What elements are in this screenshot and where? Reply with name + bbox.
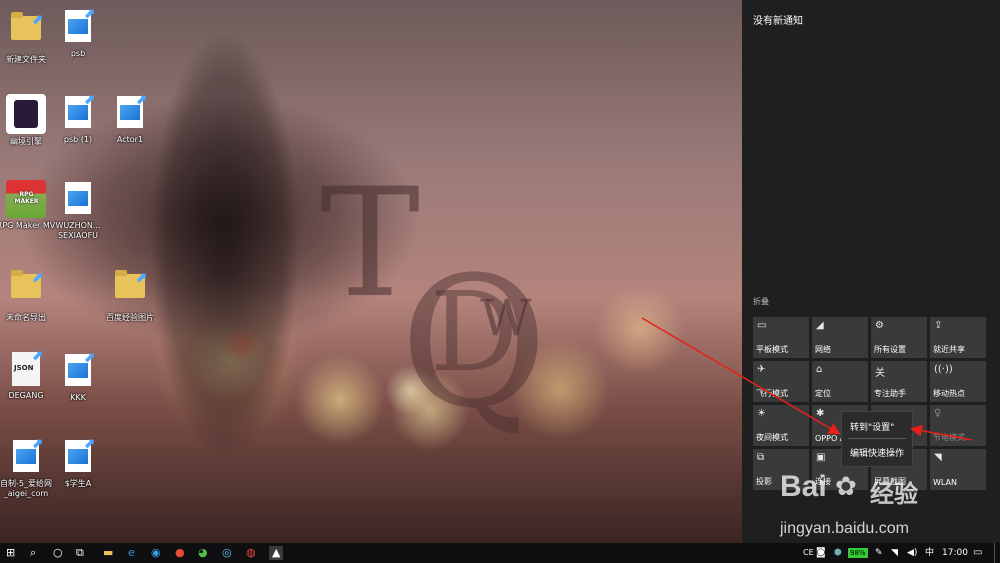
gear-icon: ⚙ [875, 320, 884, 331]
start-button[interactable]: ⊞ [6, 546, 15, 560]
desktop: T Q D W ⬈ 新建文件夹 ⬈ psb 幽境引擎 ⬈ psb (1) ⬈ A… [0, 0, 742, 543]
desktop-icon-label: KKK [70, 393, 86, 402]
shortcut-arrow-icon: ⬈ [31, 348, 43, 364]
desktop-icon-label: psb [70, 49, 86, 58]
desktop-icon-actor1[interactable]: ⬈ Actor1 [98, 92, 162, 145]
tile-tablet-mode[interactable]: ▭ 平板模式 [753, 317, 809, 358]
connect-icon: ▣ [816, 452, 826, 463]
desktop-icon-label: 百度经验图片 [106, 313, 154, 322]
shortcut-arrow-icon: ⬈ [135, 270, 147, 286]
airplane-icon: ✈ [757, 364, 766, 375]
tray-app-icon[interactable]: ◙ [816, 546, 826, 560]
battery-indicator[interactable]: 98% [848, 548, 868, 558]
rpg-maker-logo-text: RPG MAKER [14, 191, 39, 205]
tile-network[interactable]: ◢ 网络 [812, 317, 868, 358]
shortcut-arrow-icon: ⬈ [83, 92, 95, 108]
shortcut-arrow-icon: ⬈ [135, 92, 147, 108]
language-indicator[interactable]: 中 [925, 546, 934, 560]
night-light-icon: ☀ [757, 408, 766, 419]
search-icon[interactable]: ⌕ [30, 546, 36, 560]
pen-icon[interactable]: ✎ [875, 546, 883, 560]
taskbar: ⊞ ⌕ ○ ⧉ ▬ e ◉ ● ◕ ◎ ◍ ▲ CE ◙ ⬢ 98% ✎ ◥ ◀… [0, 543, 1000, 563]
notifications-title: 没有新通知 [753, 16, 803, 27]
battery-saver-icon: ♀ [934, 408, 942, 419]
desktop-icon-student-a[interactable]: ⬈ $学生A [46, 436, 110, 489]
menu-separator [848, 438, 906, 439]
bluetooth-icon: ✱ [816, 408, 825, 419]
tablet-icon: ▭ [757, 320, 767, 331]
collapse-link[interactable]: 折叠 [753, 296, 769, 307]
app-ball-icon[interactable]: ● [175, 546, 185, 560]
task-view-icon[interactable]: ⧉ [76, 546, 84, 560]
location-icon: ⌂ [816, 364, 823, 375]
menu-item-go-to-settings[interactable]: 转到"设置" [850, 420, 894, 433]
hotspot-icon: ((·)) [934, 364, 953, 375]
watermark-url: jingyan.baidu.com [780, 520, 909, 537]
tdwq-logo-watermark: T Q D W [320, 165, 548, 448]
shortcut-arrow-icon: ⬈ [31, 12, 43, 28]
paw-icon: ✿ [835, 472, 857, 502]
shortcut-arrow-icon: ⬈ [31, 436, 43, 452]
watermark-jingyan: 经验 [870, 480, 918, 508]
network-icon: ◢ [816, 320, 824, 331]
tile-battery-saver[interactable]: ♀ 节电模式 [930, 405, 986, 446]
desktop-icon-wuzhon[interactable]: WUZHON... SEXIAOFU [46, 180, 110, 241]
volume-icon[interactable]: ◀) [907, 546, 917, 560]
cortana-icon[interactable]: ○ [53, 546, 63, 560]
desktop-icon-label: Actor1 [116, 135, 144, 144]
blurred-tree [150, 30, 300, 460]
shortcut-arrow-icon: ⬈ [83, 6, 95, 22]
desktop-icon-baidu-images[interactable]: ⬈ 百度经验图片 [98, 266, 162, 323]
tile-context-menu: 转到"设置" 编辑快速操作 [841, 411, 913, 467]
desktop-icon-psb[interactable]: ⬈ psb [46, 6, 110, 59]
wlan-icon: ◥ [934, 452, 942, 463]
ime-indicator[interactable]: CE [803, 546, 814, 560]
app-character-icon [14, 100, 38, 128]
edge-browser-icon[interactable]: e [128, 546, 135, 560]
logo-letter-w: W [480, 289, 532, 347]
menu-item-edit-quick-actions[interactable]: 编辑快速操作 [850, 446, 904, 459]
tile-focus-assist[interactable]: 关专注助手 [871, 361, 927, 402]
photos-app-icon[interactable]: ▲ [269, 546, 284, 560]
tile-all-settings[interactable]: ⚙ 所有设置 [871, 317, 927, 358]
image-file-icon [65, 182, 91, 214]
shortcut-arrow-icon: ⬈ [83, 436, 95, 452]
tile-nearby-share[interactable]: ⇪ 就近共享 [930, 317, 986, 358]
project-icon: ⧉ [757, 452, 765, 463]
tray-shield-icon[interactable]: ⬢ [834, 546, 842, 560]
desktop-icon-unnamed-export[interactable]: ⬈ 未命名导出 [0, 266, 58, 323]
tile-mobile-hotspot[interactable]: ((·)) 移动热点 [930, 361, 986, 402]
tile-airplane-mode[interactable]: ✈ 飞行模式 [753, 361, 809, 402]
file-explorer-icon[interactable]: ▬ [103, 546, 113, 560]
json-file-tag: JSON [14, 364, 34, 372]
desktop-icon-label: 未命名导出 [6, 313, 46, 322]
wifi-icon[interactable]: ◥ [891, 546, 898, 560]
shortcut-arrow-icon: ⬈ [31, 270, 43, 286]
show-desktop-button[interactable] [994, 543, 995, 563]
app-q-icon[interactable]: ◎ [222, 546, 232, 560]
watermark-brand: Bai [780, 470, 827, 503]
app-clock-icon[interactable]: ◉ [151, 546, 161, 560]
desktop-icon-label: WUZHON... SEXIAOFU [55, 221, 101, 240]
netease-music-icon[interactable]: ◍ [246, 546, 256, 560]
share-icon: ⇪ [934, 320, 943, 331]
shortcut-arrow-icon: ⬈ [83, 350, 95, 366]
desktop-icon-kkk[interactable]: ⬈ KKK [46, 350, 110, 403]
tile-location[interactable]: ⌂ 定位 [812, 361, 868, 402]
tile-night-light[interactable]: ☀ 夜间模式 [753, 405, 809, 446]
wechat-icon[interactable]: ◕ [198, 546, 208, 560]
desktop-icon-label: $学生A [64, 479, 92, 488]
focus-icon: 关 [875, 368, 885, 379]
clock-time[interactable]: 17:00 [942, 546, 968, 560]
baidu-jingyan-watermark: Bai ✿ 经验 jingyan.baidu.com [752, 468, 997, 548]
notification-center-icon[interactable]: ▭ [973, 546, 982, 560]
